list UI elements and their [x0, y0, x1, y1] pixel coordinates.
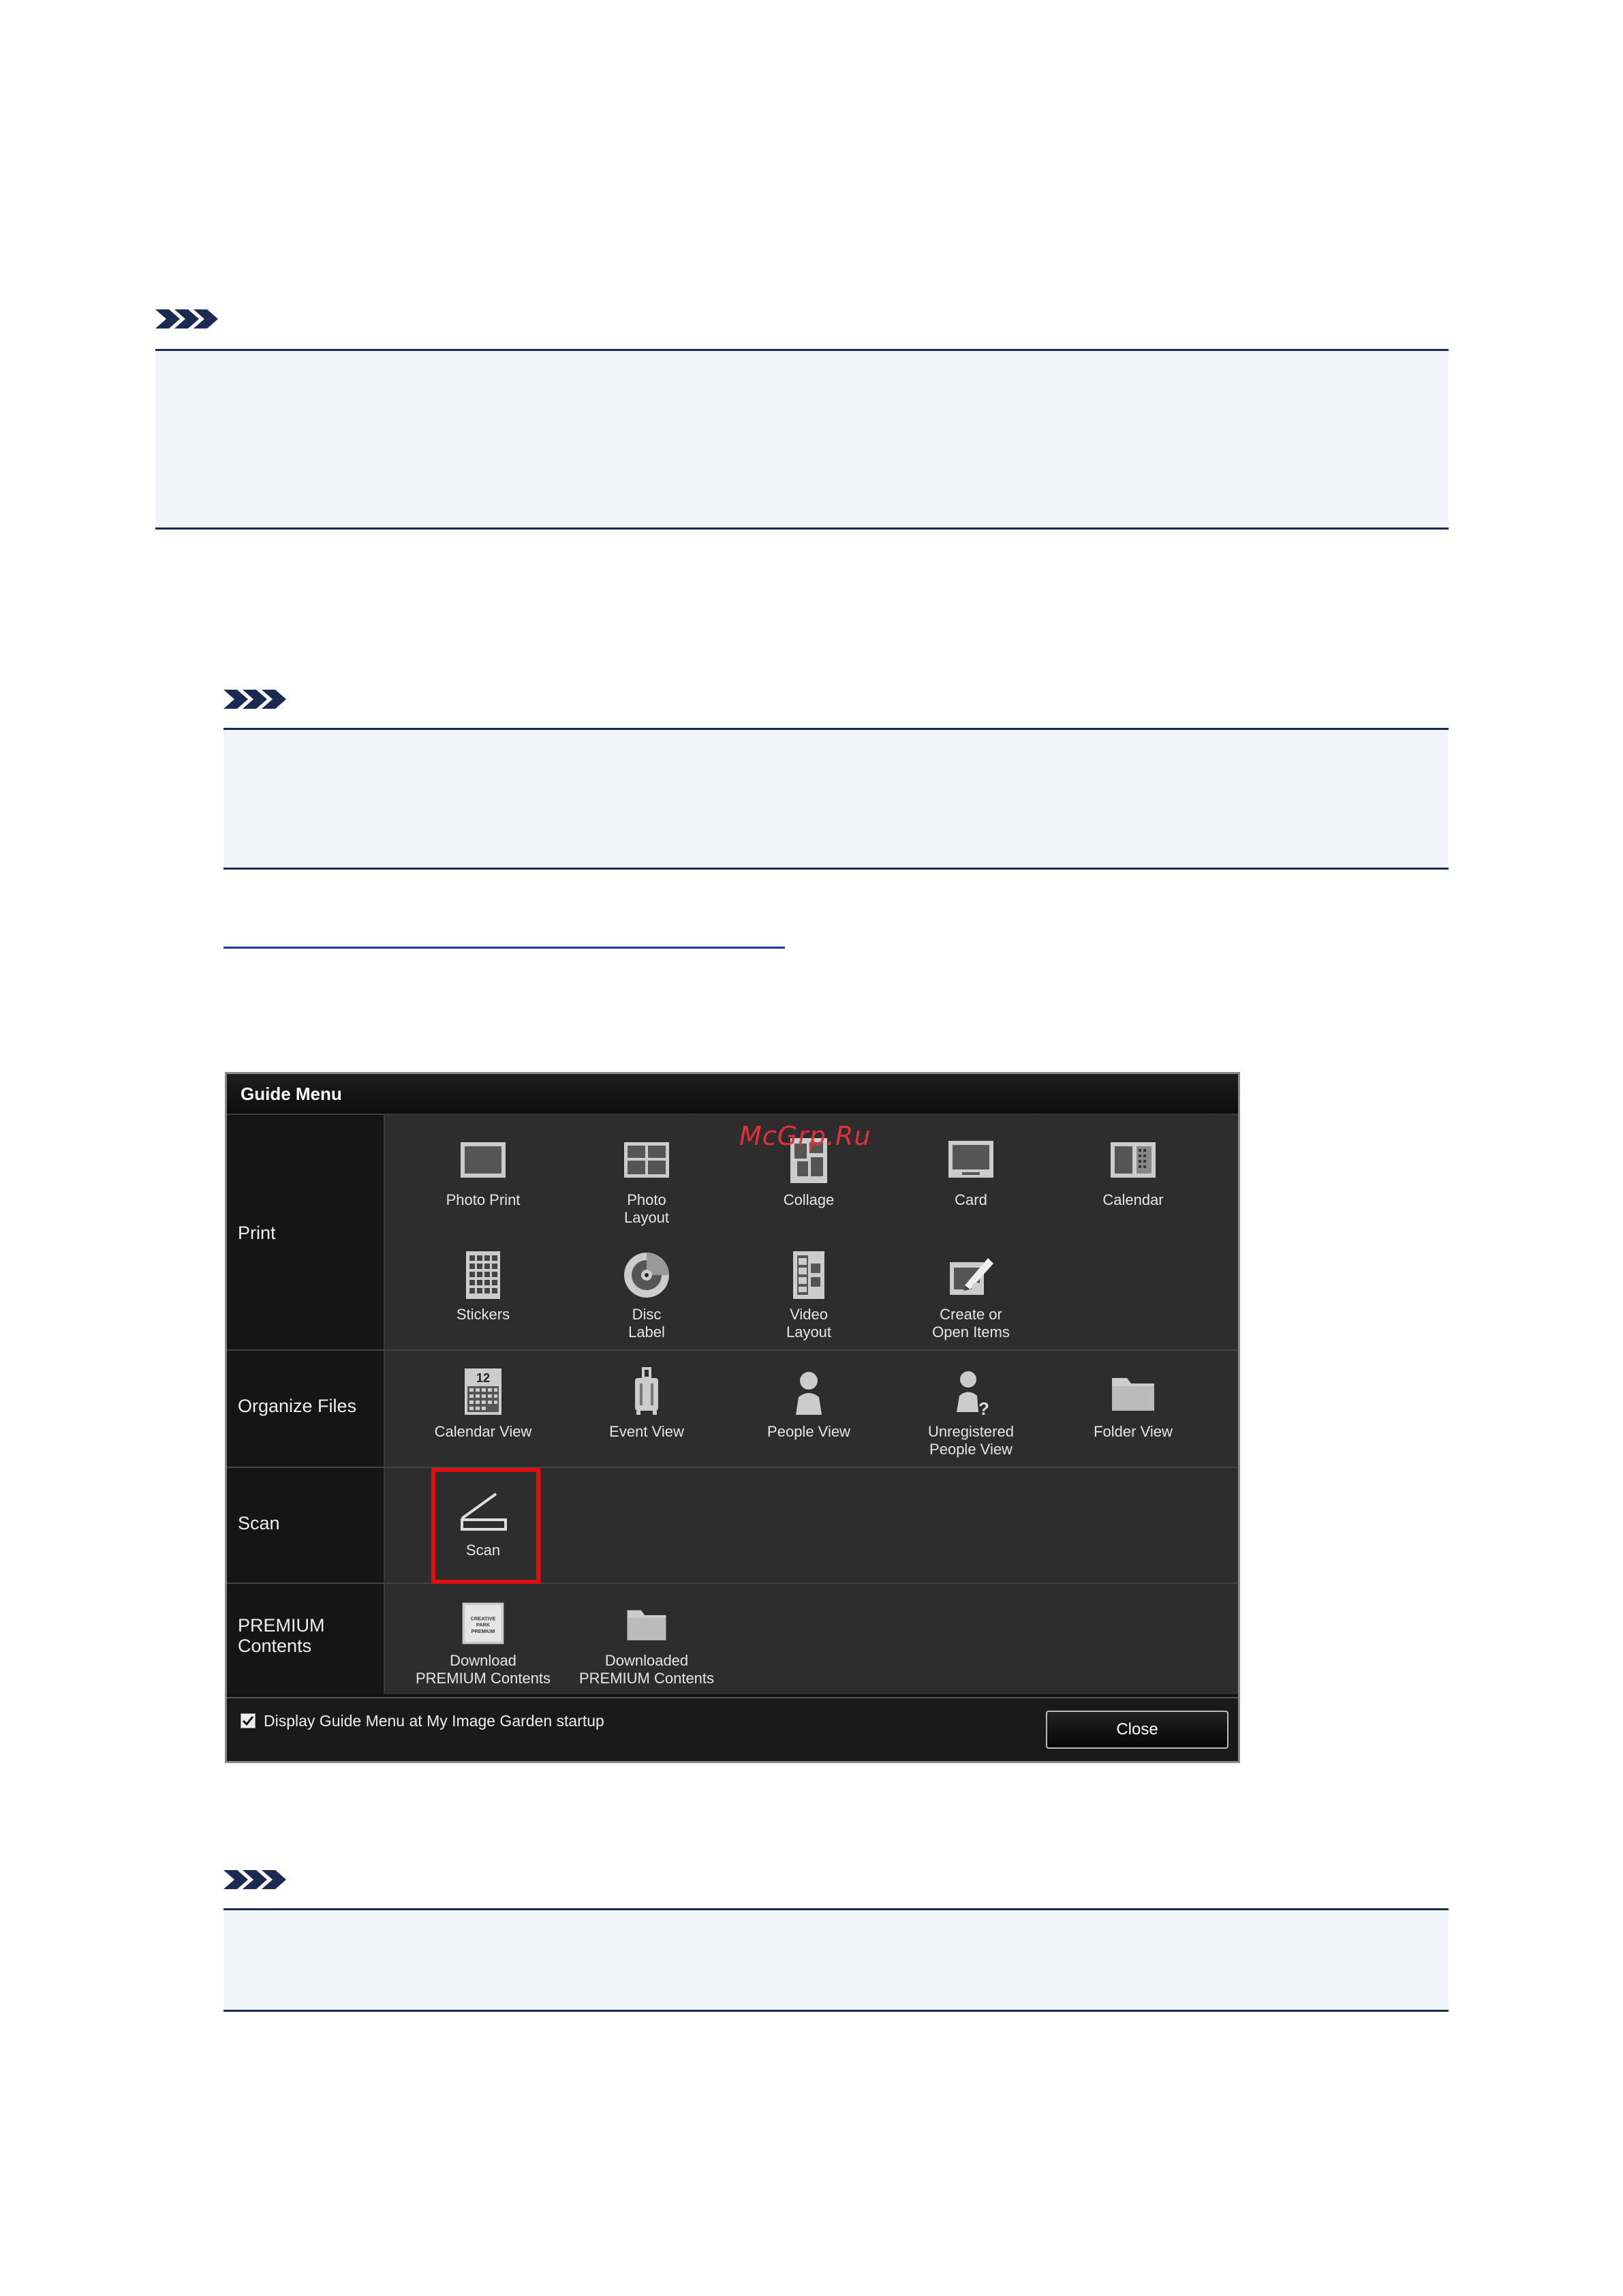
row-label-print: Print [238, 1223, 276, 1243]
disc-label-icon [624, 1253, 669, 1298]
download-premium-contents-button[interactable]: CREATIVE PARK PREMIUM Download PREMIUM Con… [401, 1600, 565, 1687]
downloaded-premium-contents-button[interactable]: Downloaded PREMIUM Contents [565, 1600, 728, 1687]
startup-checkbox-label: Display Guide Menu at My Image Garden st… [264, 1712, 604, 1730]
note-chevrons-icon [223, 1870, 286, 1889]
unregistered-people-view-button[interactable]: ? Unregistered People View [889, 1367, 1053, 1458]
create-open-items-button[interactable]: Create or Open Items [889, 1250, 1053, 1341]
row-label-premium-contents: PREMIUM Contents [238, 1615, 325, 1656]
video-layout-button[interactable]: Video Layout [727, 1250, 891, 1341]
photo-print-button[interactable]: Photo Print [401, 1135, 565, 1209]
note-chevrons-icon [223, 690, 286, 709]
calendar-view-icon-text: 12 [476, 1371, 490, 1385]
people-view-icon [796, 1372, 822, 1415]
row-label-scan: Scan [238, 1513, 280, 1533]
scan-highlight-frame [431, 1468, 540, 1584]
close-button[interactable]: Close [1046, 1711, 1228, 1749]
stickers-icon [466, 1251, 500, 1299]
item-label: Card [955, 1191, 987, 1208]
calendar-view-button[interactable]: 12 Calendar View [401, 1367, 565, 1441]
photo-layout-icon [624, 1142, 669, 1178]
link-underline[interactable] [223, 947, 785, 949]
video-layout-icon [793, 1251, 824, 1299]
event-view-icon [635, 1367, 658, 1415]
item-label: Download PREMIUM Contents [415, 1652, 551, 1687]
startup-checkbox[interactable] [241, 1713, 256, 1728]
create-open-items-icon [950, 1258, 993, 1295]
calendar-button[interactable]: Calendar [1051, 1135, 1215, 1209]
note-box-2 [223, 728, 1449, 870]
photo-print-icon [461, 1142, 506, 1178]
downloaded-folder-icon [627, 1610, 666, 1640]
row-print: Print Photo Print Photo Layout Collage C… [227, 1115, 1238, 1351]
item-label: Folder View [1094, 1423, 1173, 1440]
disc-label-button[interactable]: Disc Label [565, 1250, 728, 1341]
calendar-icon [1111, 1142, 1156, 1178]
item-label: Photo Layout [623, 1191, 670, 1226]
card-icon [948, 1141, 993, 1178]
guide-menu-dialog: Guide Menu Print Photo Print Photo Layou… [225, 1072, 1240, 1763]
row-label-column: PREMIUM Contents [227, 1584, 385, 1694]
item-label: Collage [783, 1191, 835, 1208]
dialog-title: Guide Menu [241, 1084, 342, 1104]
item-label: Unregistered People View [928, 1423, 1014, 1458]
row-items-premium-contents: CREATIVE PARK PREMIUM Download PREMIUM Con… [385, 1584, 1238, 1694]
item-label: Photo Print [446, 1191, 521, 1208]
stickers-button[interactable]: Stickers [401, 1250, 565, 1323]
note-chevrons-icon [155, 309, 218, 328]
folder-view-button[interactable]: Folder View [1051, 1367, 1215, 1441]
row-premium-contents: PREMIUM Contents CREATIVE PARK PREMIUM Dow… [227, 1584, 1238, 1694]
watermark-text: McGrp.Ru [739, 1121, 871, 1151]
row-scan: Scan Scan [227, 1468, 1238, 1584]
row-label-column: Organize Files [227, 1351, 385, 1467]
row-label-column: Print [227, 1115, 385, 1349]
item-label: Create or Open Items [932, 1306, 1010, 1341]
item-label: Video Layout [786, 1306, 832, 1341]
calendar-view-icon: 12 [465, 1368, 501, 1415]
note-box-3 [223, 1908, 1449, 2012]
svg-text:?: ? [978, 1398, 989, 1418]
unregistered-people-view-icon: ? [957, 1371, 989, 1418]
row-organize-files: Organize Files 12 Calendar View Event Vi… [227, 1351, 1238, 1468]
row-label-column: Scan [227, 1468, 385, 1582]
folder-view-icon [1112, 1378, 1154, 1411]
note-box-1 [155, 349, 1449, 530]
dialog-body: Print Photo Print Photo Layout Collage C… [227, 1115, 1238, 1694]
creative-park-premium-icon: CREATIVE PARK PREMIUM [462, 1602, 504, 1644]
photo-layout-button[interactable]: Photo Layout [565, 1135, 728, 1227]
event-view-button[interactable]: Event View [565, 1367, 728, 1441]
card-button[interactable]: Card [889, 1135, 1053, 1209]
item-label: People View [767, 1423, 850, 1440]
item-label: Event View [609, 1423, 684, 1440]
item-label: Downloaded PREMIUM Contents [578, 1652, 715, 1687]
row-items-organize-files: 12 Calendar View Event View People View … [385, 1351, 1238, 1467]
people-view-button[interactable]: People View [727, 1367, 891, 1441]
dialog-footer: Display Guide Menu at My Image Garden st… [227, 1697, 1238, 1761]
dialog-titlebar: Guide Menu [227, 1074, 1238, 1115]
checkmark-icon [242, 1716, 254, 1726]
row-label-organize-files: Organize Files [238, 1396, 357, 1416]
item-label: Calendar View [434, 1423, 532, 1440]
row-items-scan: Scan [385, 1468, 1238, 1584]
item-label: Calendar [1102, 1191, 1164, 1208]
item-label: Stickers [456, 1306, 510, 1323]
item-label: Disc Label [628, 1306, 665, 1341]
